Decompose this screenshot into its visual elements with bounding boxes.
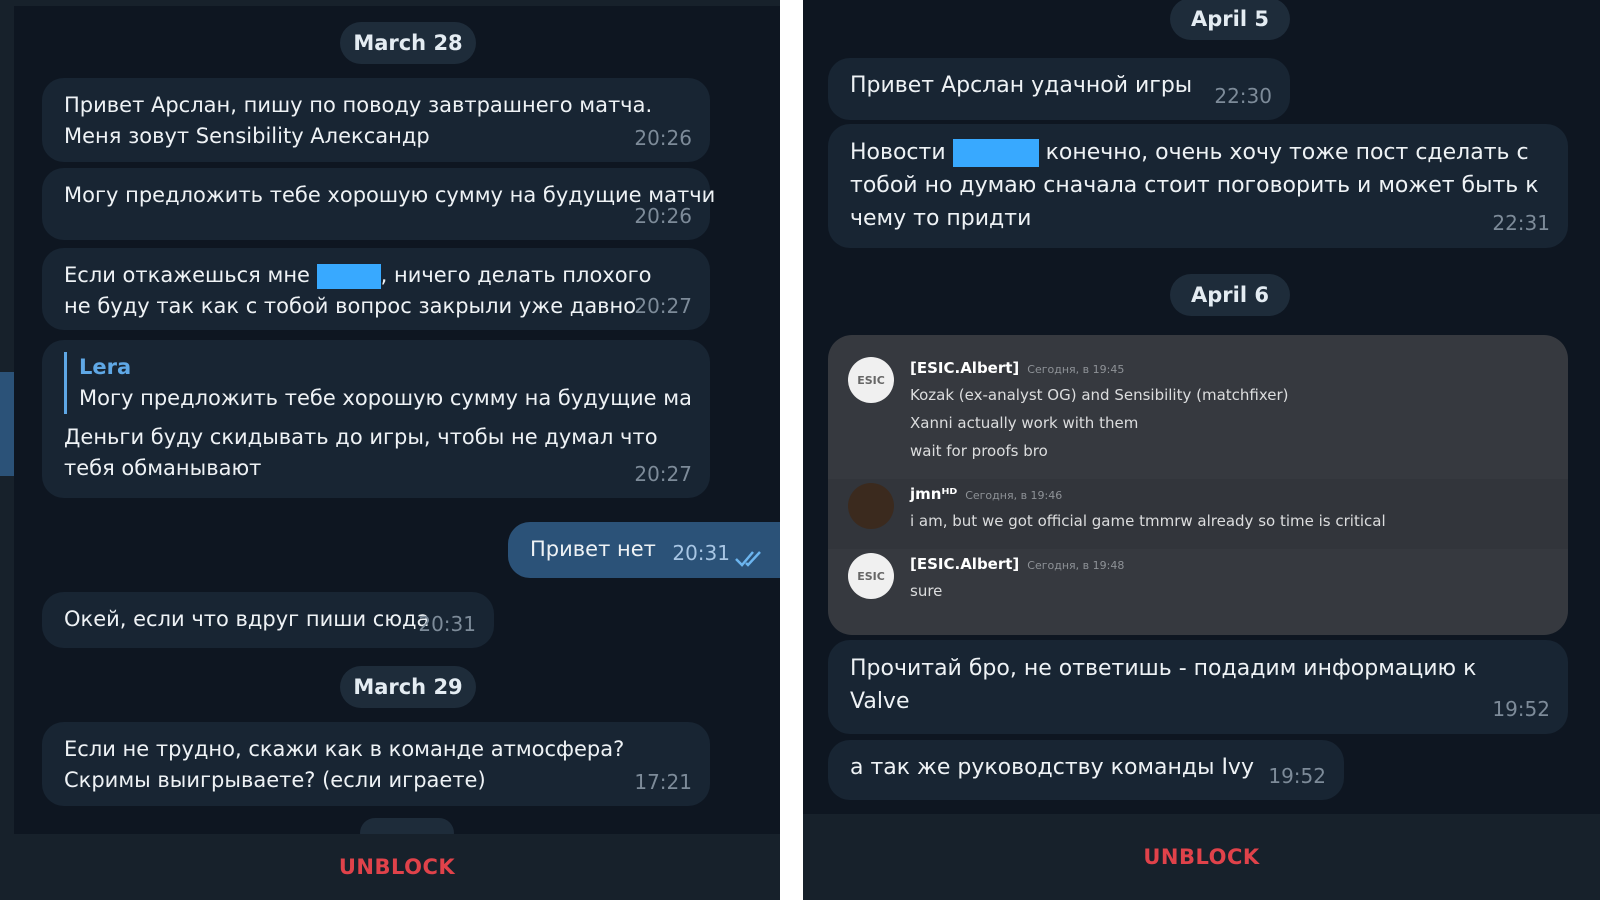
top-strip bbox=[0, 0, 780, 6]
message-text: Окей, если что вдруг пиши сюда bbox=[64, 607, 430, 631]
message-text: Деньги буду скидывать до игры, чтобы не … bbox=[64, 425, 658, 480]
message-bubble[interactable]: Прочитай бро, не ответишь - подадим инфо… bbox=[828, 640, 1568, 734]
message-text: Привет Арслан, пишу по поводу завтрашнег… bbox=[64, 93, 653, 148]
bottom-bar: UNBLOCK bbox=[803, 814, 1600, 900]
discord-line: Xanni actually work with them bbox=[910, 414, 1139, 432]
message-bubble[interactable]: Могу предложить тебе хорошую сумму на бу… bbox=[42, 168, 716, 240]
user-avatar bbox=[848, 483, 894, 529]
message-time: 20:31 bbox=[672, 541, 730, 565]
message-time: 20:31 bbox=[418, 612, 476, 636]
message-bubble-with-reply[interactable]: Lera Могу предложить тебе хорошую сумму … bbox=[42, 340, 710, 498]
message-time: 19:52 bbox=[1268, 764, 1326, 788]
message-text: а так же руководству команды Ivy bbox=[850, 755, 1254, 780]
message-text: Если не трудно, скажи как в команде атмо… bbox=[64, 737, 625, 792]
esic-avatar: ESIC bbox=[848, 357, 894, 403]
chat-panel-left: March 28 Привет Арслан, пишу по поводу з… bbox=[0, 0, 780, 900]
discord-line: i am, but we got official game tmmrw alr… bbox=[910, 512, 1386, 530]
message-text: Прочитай бро, не ответишь - подадим инфо… bbox=[850, 656, 1477, 714]
message-text: Привет Арслан удачной игры bbox=[850, 73, 1193, 98]
message-bubble[interactable]: Если не трудно, скажи как в команде атмо… bbox=[42, 722, 710, 806]
date-separator: March 28 bbox=[340, 22, 476, 64]
message-time: 22:30 bbox=[1214, 84, 1272, 108]
discord-author: [ESIC.Albert] bbox=[910, 359, 1020, 377]
redacted-block bbox=[952, 139, 1039, 167]
unblock-button[interactable]: UNBLOCK bbox=[339, 855, 455, 879]
message-text-part: Если откажешься мне bbox=[64, 263, 310, 287]
chat-panel-right: April 5 Привет Арслан удачной игры 22:30… bbox=[803, 0, 1600, 900]
bottom-bar: UNBLOCK bbox=[14, 834, 780, 900]
discord-author: jmnᴴᴰ bbox=[910, 485, 958, 503]
discord-author: [ESIC.Albert] bbox=[910, 555, 1020, 573]
date-separator: April 6 bbox=[1170, 274, 1290, 316]
unblock-button[interactable]: UNBLOCK bbox=[1143, 845, 1259, 869]
discord-line: sure bbox=[910, 582, 943, 600]
message-time: 22:31 bbox=[1492, 211, 1550, 235]
message-time: 20:27 bbox=[634, 294, 692, 318]
date-separator: March 29 bbox=[340, 666, 476, 708]
discord-message-body: jmnᴴᴰ Сегодня, в 19:46 i am, but we got o… bbox=[910, 483, 1530, 535]
double-check-icon bbox=[735, 551, 761, 567]
discord-timestamp: Сегодня, в 19:45 bbox=[1027, 363, 1125, 376]
message-text: Новости конечно, очень хочу тоже пост сд… bbox=[850, 136, 1550, 235]
message-time: 19:52 bbox=[1492, 697, 1550, 721]
message-bubble[interactable]: Если откажешься мне , ничего делать плох… bbox=[42, 248, 710, 330]
reply-text: Могу предложить тебе хорошую сумму на бу… bbox=[79, 386, 690, 410]
discord-timestamp: Сегодня, в 19:48 bbox=[1027, 559, 1125, 572]
side-rail-indicator bbox=[0, 372, 14, 476]
redacted-block bbox=[316, 263, 381, 289]
date-separator: April 5 bbox=[1170, 0, 1290, 40]
message-text: Могу предложить тебе хорошую сумму на бу… bbox=[64, 183, 716, 207]
message-text-part: Новости bbox=[850, 140, 946, 165]
message-bubble[interactable]: Привет Арслан, пишу по поводу завтрашнег… bbox=[42, 78, 710, 162]
discord-message-body: [ESIC.Albert] Сегодня, в 19:48 sure bbox=[910, 553, 1530, 605]
discord-line: wait for proofs bro bbox=[910, 442, 1048, 460]
reply-quote[interactable]: Lera Могу предложить тебе хорошую сумму … bbox=[64, 352, 690, 414]
esic-avatar: ESIC bbox=[848, 553, 894, 599]
discord-line: Kozak (ex-analyst OG) and Sensibility (m… bbox=[910, 386, 1289, 404]
discord-message-header: [ESIC.Albert] Сегодня, в 19:48 bbox=[910, 553, 1530, 577]
discord-message-body: [ESIC.Albert] Сегодня, в 19:45 Kozak (ex-… bbox=[910, 357, 1530, 465]
message-text: Если откажешься мне , ничего делать плох… bbox=[64, 260, 664, 322]
discord-message-header: [ESIC.Albert] Сегодня, в 19:45 bbox=[910, 357, 1530, 381]
message-bubble[interactable]: Окей, если что вдруг пиши сюда 20:31 bbox=[42, 592, 494, 648]
message-bubble[interactable]: Привет Арслан удачной игры 22:30 bbox=[828, 58, 1290, 120]
message-bubble[interactable]: Новости конечно, очень хочу тоже пост сд… bbox=[828, 124, 1568, 248]
message-time: 17:21 bbox=[634, 770, 692, 794]
message-bubble[interactable]: а так же руководству команды Ivy 19:52 bbox=[828, 740, 1344, 800]
message-time: 20:27 bbox=[634, 462, 692, 486]
message-time: 20:26 bbox=[634, 204, 692, 228]
reply-author: Lera bbox=[79, 355, 132, 379]
discord-timestamp: Сегодня, в 19:46 bbox=[965, 489, 1063, 502]
discord-screenshot-embed: ESIC [ESIC.Albert] Сегодня, в 19:45 Kozak… bbox=[828, 335, 1568, 635]
outgoing-message-bubble[interactable]: Привет нет 20:31 bbox=[508, 522, 780, 578]
discord-message-header: jmnᴴᴰ Сегодня, в 19:46 bbox=[910, 483, 1530, 507]
message-time: 20:26 bbox=[634, 126, 692, 150]
